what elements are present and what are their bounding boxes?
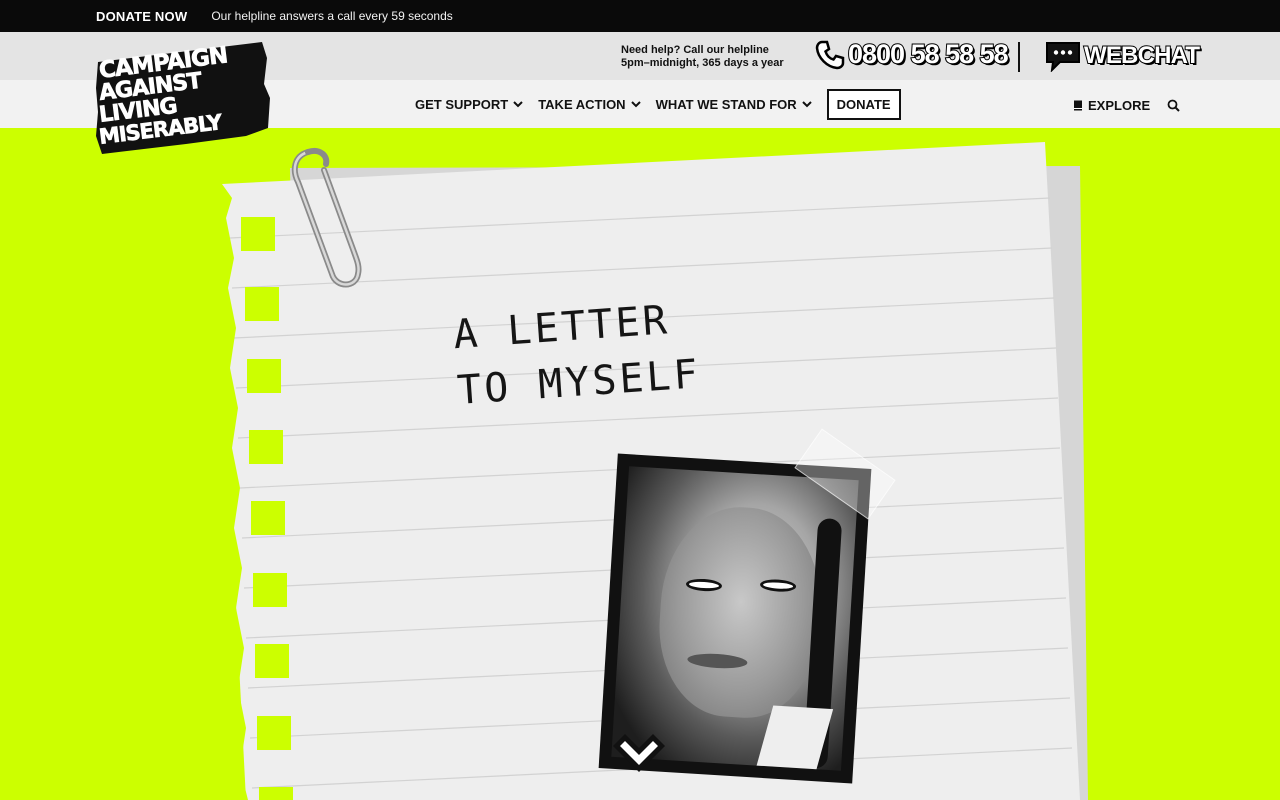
explore-label: EXPLORE (1088, 98, 1151, 113)
helpline-info: Need help? Call our helpline 5pm–midnigh… (621, 44, 784, 70)
divider (1018, 42, 1020, 72)
phone-number[interactable]: 0800 58 58 58 (847, 38, 1010, 70)
nav-item-what-we-stand-for[interactable]: WHAT WE STAND FOR (656, 97, 812, 112)
chevron-down-icon (513, 101, 523, 108)
helpline-info-line2: 5pm–midnight, 365 days a year (621, 57, 784, 69)
search-icon[interactable] (1167, 99, 1180, 112)
phone-icon (815, 40, 845, 69)
webchat-label[interactable]: WEBCHAT (1083, 41, 1201, 70)
face-shape (654, 502, 827, 723)
nav-item-label: TAKE ACTION (538, 97, 626, 112)
chat-icon (1046, 42, 1080, 72)
helpline-info-line1: Need help? Call our helpline (621, 44, 769, 56)
nav-menu: GET SUPPORT TAKE ACTION WHAT WE STAND FO… (415, 89, 901, 120)
hero-title: A LETTER TO MYSELF (451, 285, 778, 419)
nav-item-take-action[interactable]: TAKE ACTION (538, 97, 641, 112)
top-bar: DONATE NOW Our helpline answers a call e… (0, 0, 1280, 32)
chevron-down-icon (630, 101, 641, 108)
webchat-button[interactable]: WEBCHAT (1044, 40, 1201, 72)
hero-section: A LETTER TO MYSELF (0, 128, 1280, 800)
helpline-message: Our helpline answers a call every 59 sec… (211, 9, 453, 23)
nav-item-label: WHAT WE STAND FOR (655, 97, 797, 112)
donate-now-link[interactable]: DONATE NOW (96, 9, 187, 24)
phone-link[interactable]: 0800 58 58 58 (815, 38, 1010, 70)
chevron-down-icon (801, 101, 812, 108)
explore-link[interactable]: EXPLORE (1073, 98, 1150, 113)
scroll-down-button[interactable] (611, 726, 667, 776)
donate-button[interactable]: DONATE (826, 89, 901, 120)
nav-item-get-support[interactable]: GET SUPPORT (415, 97, 523, 112)
nav-item-label: GET SUPPORT (415, 97, 509, 112)
book-icon (1074, 100, 1082, 111)
paperclip-icon (291, 148, 362, 288)
